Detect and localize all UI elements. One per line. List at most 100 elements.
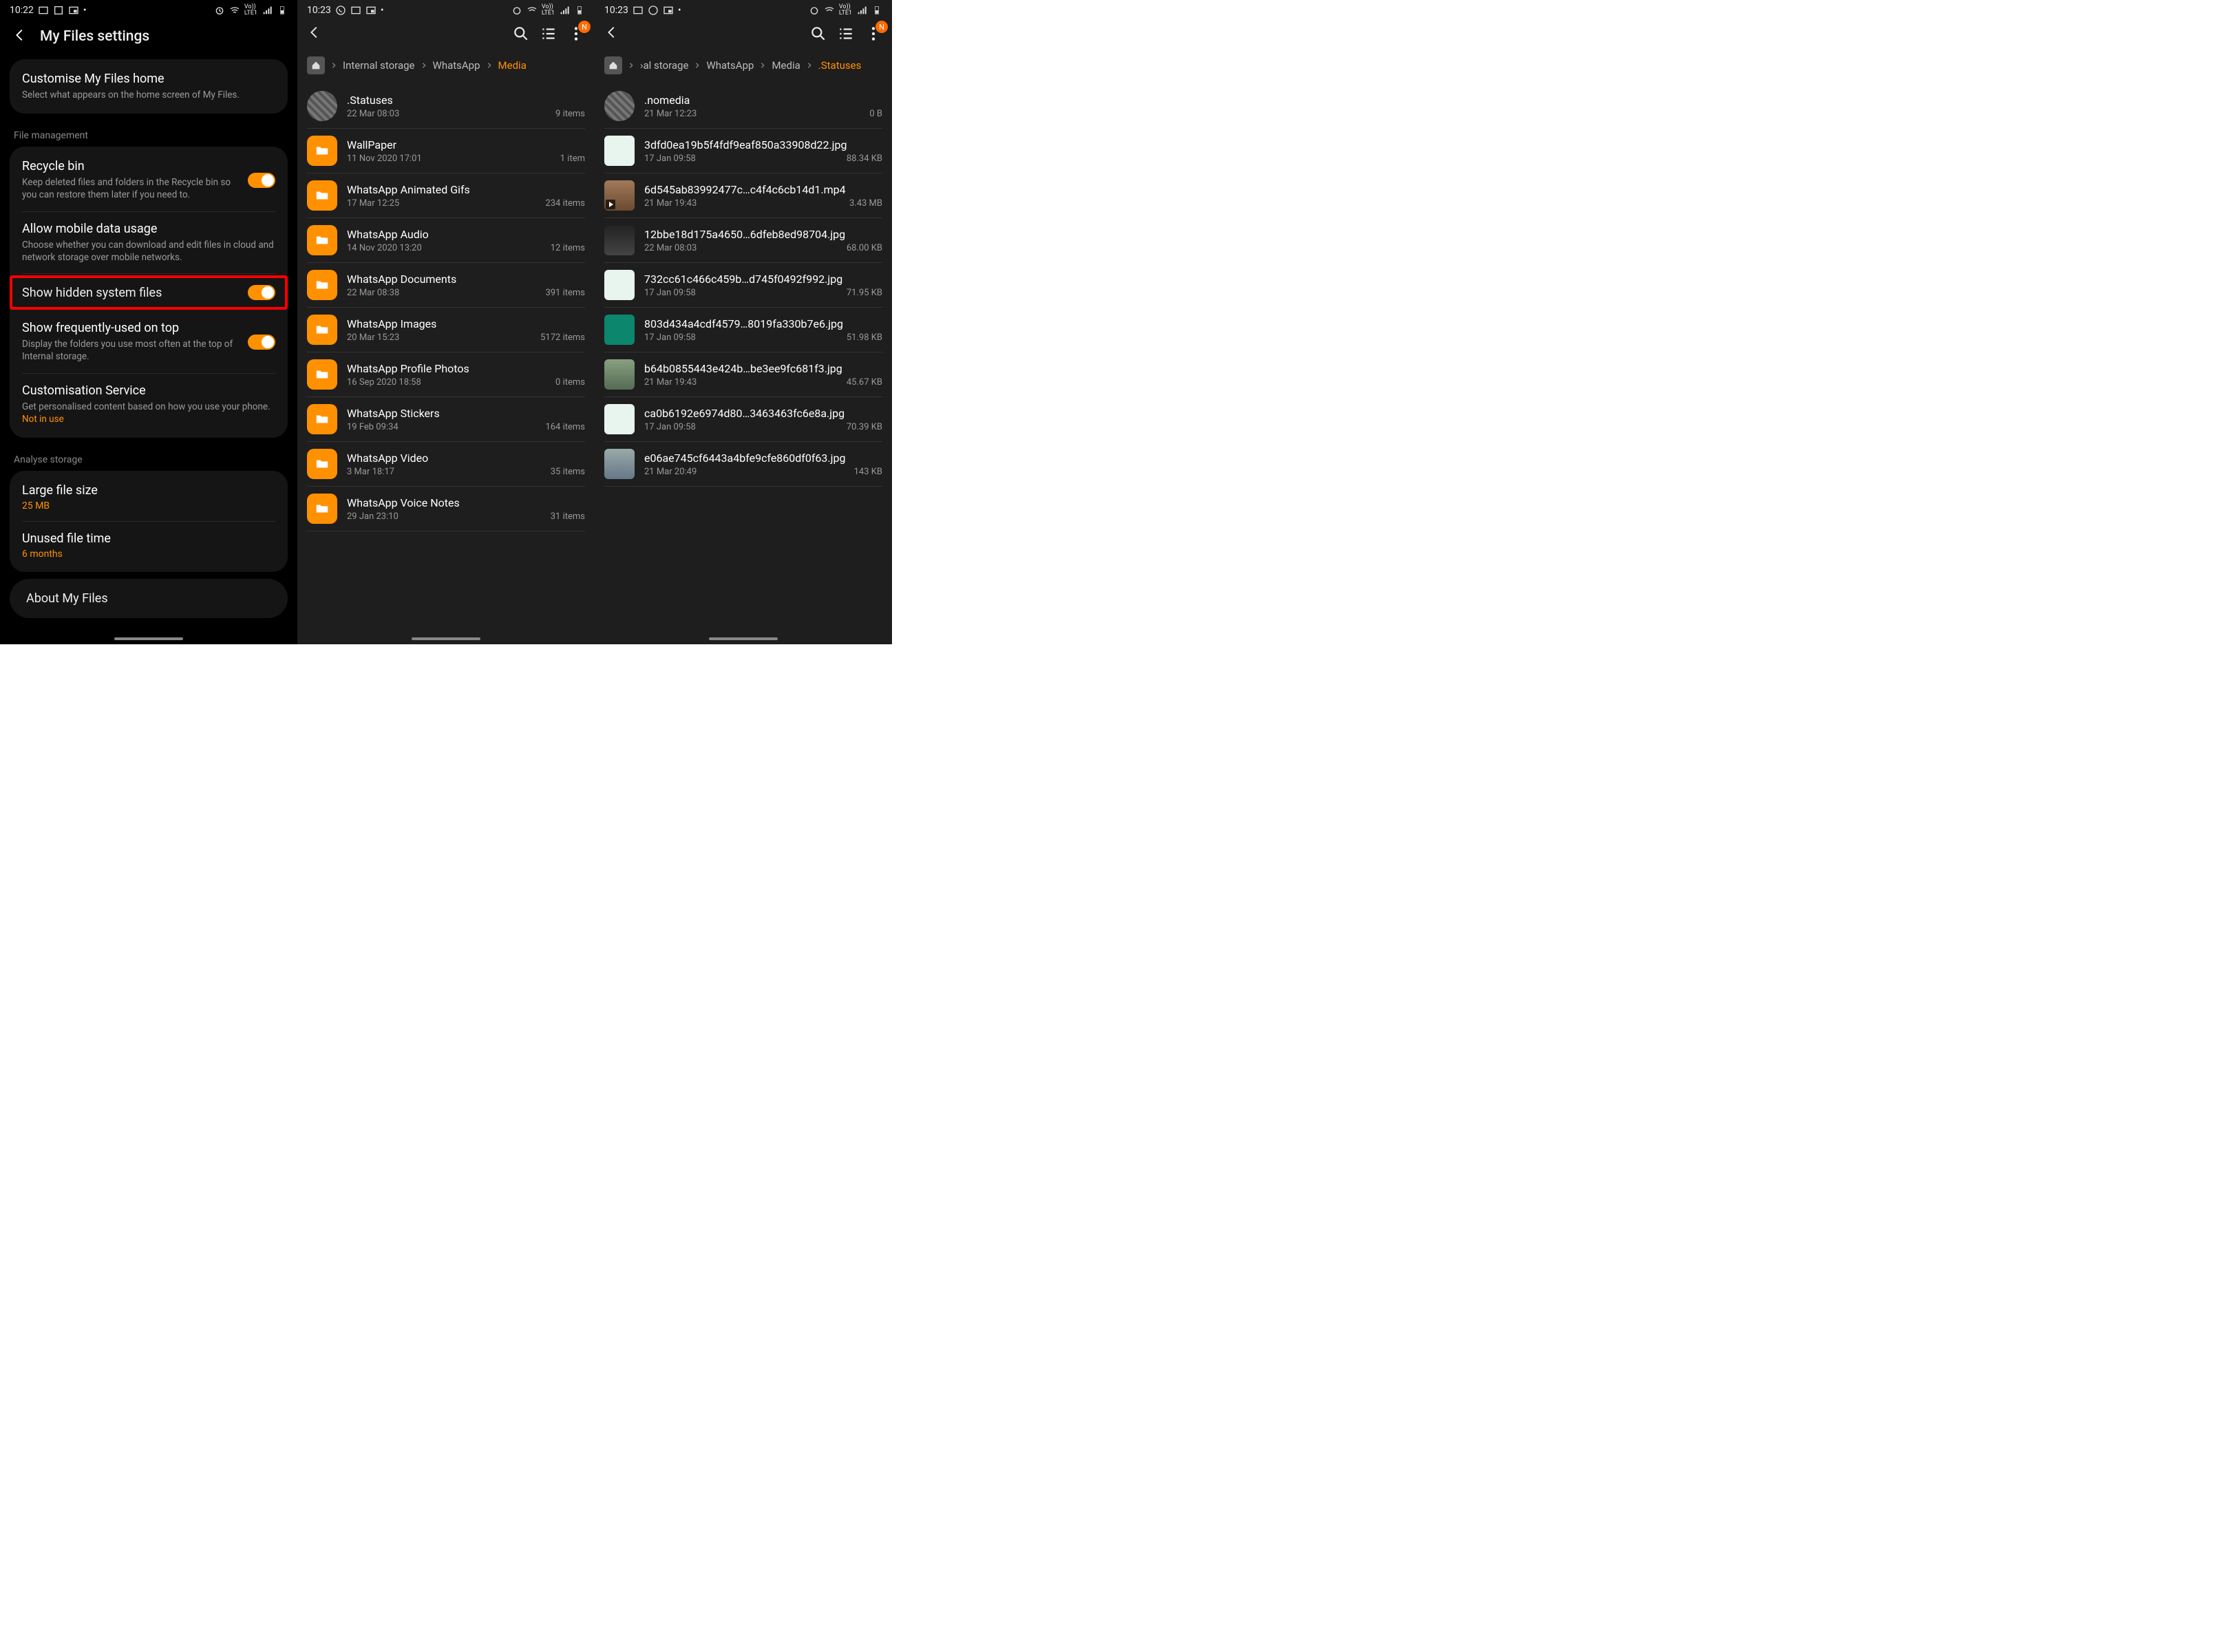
view-toggle-button[interactable] xyxy=(540,25,558,43)
list-item[interactable]: WhatsApp Documents22 Mar 08:38391 items xyxy=(307,263,585,308)
breadcrumb-seg[interactable]: Internal storage xyxy=(343,59,415,72)
breadcrumb-home[interactable] xyxy=(604,56,622,74)
file-date: 21 Mar 12:23 xyxy=(644,109,697,119)
breadcrumb: Internal storage WhatsApp Media xyxy=(297,50,595,84)
customisation-service-row[interactable]: Customisation Service Get personalised c… xyxy=(22,374,275,435)
breadcrumb-home[interactable] xyxy=(307,56,325,74)
unused-file-time-row[interactable]: Unused file time 6 months xyxy=(22,522,275,569)
file-size: 143 KB xyxy=(854,467,882,477)
battery-icon xyxy=(871,5,882,16)
breadcrumb-seg[interactable]: WhatsApp xyxy=(433,59,480,72)
list-item[interactable]: WhatsApp Images20 Mar 15:235172 items xyxy=(307,308,585,352)
list-item[interactable]: WhatsApp Voice Notes29 Jan 23:1031 items xyxy=(307,487,585,531)
file-name: ca0b6192e6974d80…3463463fc6e8a.jpg xyxy=(644,407,882,420)
signal-icon xyxy=(856,5,867,16)
list-item[interactable]: 732cc61c466c459b…d745f0492f992.jpg17 Jan… xyxy=(604,263,882,308)
list-item[interactable]: 803d434a4cdf4579…8019fa330b7e6.jpg17 Jan… xyxy=(604,308,882,352)
file-name: .Statuses xyxy=(347,94,585,107)
file-name: 6d545ab83992477c…c4f4c6cb14d1.mp4 xyxy=(644,183,882,196)
nav-handle[interactable] xyxy=(709,637,778,640)
file-name: .nomedia xyxy=(644,94,882,107)
file-name: WhatsApp Documents xyxy=(347,273,585,286)
clock: 10:23 xyxy=(604,5,628,16)
screenshot-icon xyxy=(633,5,644,16)
list-item[interactable]: 12bbe18d175a4650…6dfeb8ed98704.jpg 22 Mar… xyxy=(604,218,882,263)
file-size: 391 items xyxy=(545,288,585,298)
customise-home-row[interactable]: Customise My Files home Select what appe… xyxy=(22,62,275,111)
file-size: 70.39 KB xyxy=(847,422,882,432)
whatsapp-icon xyxy=(648,5,659,16)
window-icon xyxy=(53,5,64,16)
list-item[interactable]: 3dfd0ea19b5f4fdf9eaf850a33908d22.jpg17 J… xyxy=(604,129,882,173)
file-thumbnail xyxy=(604,359,635,390)
list-item[interactable]: WhatsApp Profile Photos16 Sep 2020 18:58… xyxy=(307,352,585,397)
pip-icon xyxy=(663,5,674,16)
show-hidden-files-row[interactable]: Show hidden system files xyxy=(10,275,288,310)
list-item[interactable]: b64b0855443e424b…be3ee9fc681f3.jpg21 Mar… xyxy=(604,352,882,397)
file-name: e06ae745cf6443a4bfe9cfe860df0f63.jpg xyxy=(644,452,882,465)
file-name: 732cc61c466c459b…d745f0492f992.jpg xyxy=(644,273,882,286)
file-date: 22 Mar 08:03 xyxy=(644,243,697,253)
frequently-used-toggle[interactable] xyxy=(248,335,275,350)
file-date: 3 Mar 18:17 xyxy=(347,467,394,477)
file-date: 21 Mar 19:43 xyxy=(644,198,697,209)
list-item[interactable]: WhatsApp Audio14 Nov 2020 13:2012 items xyxy=(307,218,585,263)
list-item[interactable]: e06ae745cf6443a4bfe9cfe860df0f63.jpg21 M… xyxy=(604,442,882,487)
nav-handle[interactable] xyxy=(412,637,480,640)
file-thumbnail xyxy=(307,91,337,121)
folder-icon xyxy=(307,494,337,524)
notification-badge: N xyxy=(875,21,888,33)
back-button[interactable] xyxy=(12,28,28,45)
battery-icon xyxy=(574,5,585,16)
file-name: 3dfd0ea19b5f4fdf9eaf850a33908d22.jpg xyxy=(644,138,882,151)
search-button[interactable] xyxy=(512,25,530,43)
search-button[interactable] xyxy=(809,25,827,43)
file-date: 29 Jan 23:10 xyxy=(347,511,399,522)
list-item[interactable]: WhatsApp Animated Gifs17 Mar 12:25234 it… xyxy=(307,173,585,218)
file-size: 234 items xyxy=(545,198,585,209)
file-thumbnail xyxy=(604,270,635,300)
file-date: 19 Feb 09:34 xyxy=(347,422,399,432)
nav-handle[interactable] xyxy=(114,637,183,640)
list-item[interactable]: WallPaper11 Nov 2020 17:011 item xyxy=(307,129,585,173)
file-name: 12bbe18d175a4650…6dfeb8ed98704.jpg xyxy=(644,228,882,241)
page-title: My Files settings xyxy=(40,28,149,45)
folder-icon xyxy=(307,449,337,479)
play-icon xyxy=(606,200,615,209)
clock: 10:23 xyxy=(307,5,331,16)
file-name: WhatsApp Voice Notes xyxy=(347,496,585,509)
breadcrumb-seg[interactable]: ›al storage xyxy=(640,59,688,72)
section-file-management: File management xyxy=(10,120,288,147)
file-date: 11 Nov 2020 17:01 xyxy=(347,153,422,164)
list-item[interactable]: 6d545ab83992477c…c4f4c6cb14d1.mp4 21 Mar … xyxy=(604,173,882,218)
file-date: 16 Sep 2020 18:58 xyxy=(347,377,421,388)
file-size: 45.67 KB xyxy=(847,377,882,388)
frequently-used-row[interactable]: Show frequently-used on top Display the … xyxy=(22,311,275,373)
file-size: 1 item xyxy=(560,153,585,164)
file-thumbnail xyxy=(604,180,635,211)
battery-icon xyxy=(277,5,288,16)
list-item[interactable]: .nomedia21 Mar 12:230 B xyxy=(604,84,882,129)
alarm-icon xyxy=(214,5,225,16)
show-hidden-files-toggle[interactable] xyxy=(248,285,275,300)
breadcrumb-seg[interactable]: Media xyxy=(772,59,800,72)
about-my-files-button[interactable]: About My Files xyxy=(10,579,288,618)
wifi-icon xyxy=(229,5,240,16)
more-button[interactable]: N xyxy=(567,25,585,43)
recycle-bin-row[interactable]: Recycle bin Keep deleted files and folde… xyxy=(22,149,275,211)
view-toggle-button[interactable] xyxy=(837,25,855,43)
file-size: 0 items xyxy=(555,377,585,388)
large-file-size-row[interactable]: Large file size 25 MB xyxy=(22,474,275,522)
signal-icon xyxy=(262,5,273,16)
back-button[interactable] xyxy=(307,25,322,43)
file-name: WhatsApp Audio xyxy=(347,228,585,241)
list-item[interactable]: ca0b6192e6974d80…3463463fc6e8a.jpg17 Jan… xyxy=(604,397,882,442)
more-button[interactable]: N xyxy=(864,25,882,43)
list-item[interactable]: WhatsApp Video3 Mar 18:1735 items xyxy=(307,442,585,487)
list-item[interactable]: WhatsApp Stickers19 Feb 09:34164 items xyxy=(307,397,585,442)
mobile-data-row[interactable]: Allow mobile data usage Choose whether y… xyxy=(22,212,275,274)
back-button[interactable] xyxy=(604,25,619,43)
list-item[interactable]: .Statuses22 Mar 08:039 items xyxy=(307,84,585,129)
recycle-bin-toggle[interactable] xyxy=(248,173,275,188)
breadcrumb-seg[interactable]: WhatsApp xyxy=(706,59,754,72)
